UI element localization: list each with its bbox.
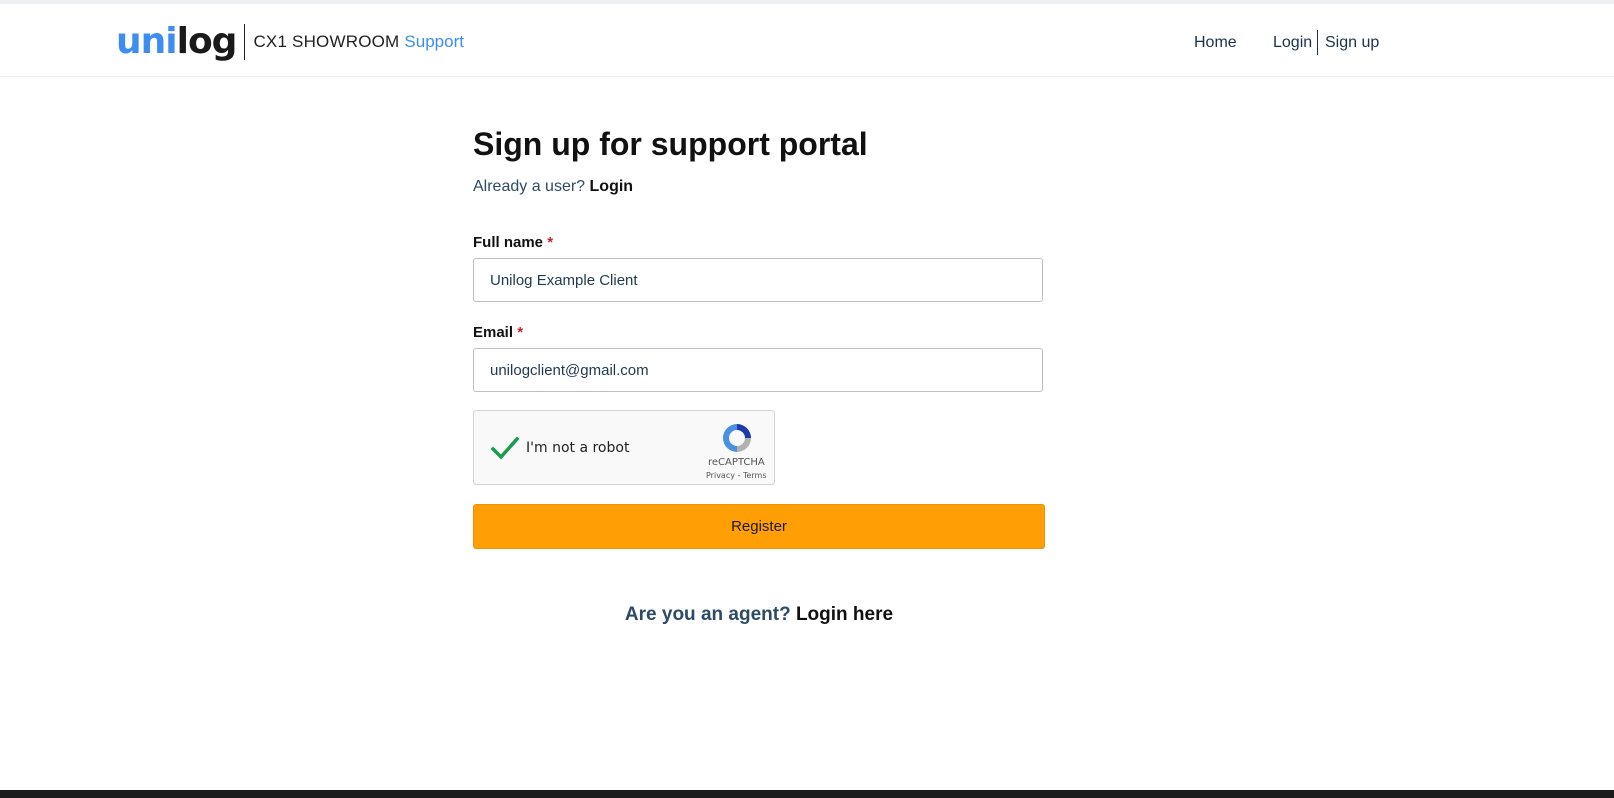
- recaptcha-brand: reCAPTCHA: [708, 457, 765, 468]
- logo-log: log: [176, 21, 238, 62]
- logo-subtitle: CX1 SHOWROOM: [253, 32, 400, 51]
- full-name-label: Full name *: [473, 234, 553, 251]
- recaptcha-terms-links[interactable]: Privacy - Terms: [706, 471, 767, 480]
- logo-wordmark: unilog: [116, 21, 238, 62]
- nav-divider: [1317, 30, 1318, 55]
- email-label-text: Email: [473, 324, 514, 341]
- email-label: Email *: [473, 324, 523, 341]
- site-header: unilog CX1 SHOWROOM Support Home Login S…: [0, 4, 1614, 77]
- logo-support: Support: [404, 32, 464, 51]
- recaptcha-logo-icon: [723, 424, 751, 452]
- already-user-label: Already a user?: [473, 178, 586, 195]
- full-name-label-text: Full name: [473, 234, 544, 251]
- agent-login-link[interactable]: Login here: [796, 604, 893, 625]
- captcha-label: I'm not a robot: [526, 440, 630, 456]
- full-name-input[interactable]: [473, 258, 1043, 302]
- nav-signup-link[interactable]: Sign up: [1325, 34, 1379, 52]
- recaptcha-widget: I'm not a robot reCAPTCHA Privacy - Term…: [473, 410, 775, 485]
- agent-prefix: Are you an agent?: [624, 604, 791, 625]
- required-mark: *: [547, 234, 554, 251]
- already-user-text: Already a user? Login: [473, 178, 633, 196]
- logo-uni: uni: [116, 21, 178, 62]
- checkmark-icon[interactable]: [490, 433, 520, 463]
- footer-bar: [0, 790, 1614, 798]
- login-link[interactable]: Login: [590, 178, 634, 195]
- nav-login-link[interactable]: Login: [1273, 34, 1312, 52]
- unilog-logo[interactable]: unilog CX1 SHOWROOM Support: [116, 22, 464, 62]
- email-input[interactable]: [473, 348, 1043, 392]
- agent-login-text: Are you an agent? Login here: [473, 604, 1045, 626]
- register-button[interactable]: Register: [473, 504, 1045, 549]
- nav-home-link[interactable]: Home: [1194, 34, 1237, 52]
- required-mark: *: [517, 324, 524, 341]
- logo-separator: [244, 24, 246, 60]
- page-title: Sign up for support portal: [473, 126, 868, 162]
